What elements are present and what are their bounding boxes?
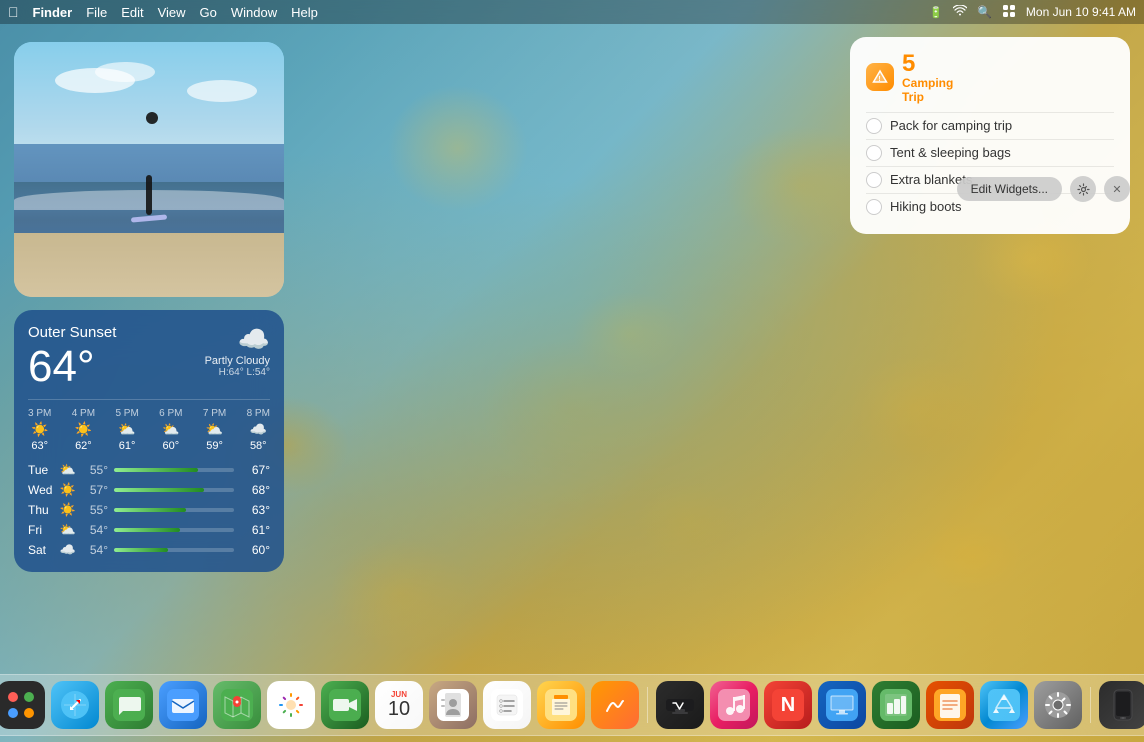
dock-item-iphone[interactable] [1099,681,1144,729]
daily-fri: Fri ⛅ 54° 61° [28,522,270,538]
dock-item-launchpad[interactable] [0,681,45,729]
menubar:  Finder File Edit View Go Window Help 🔋 [0,0,1144,24]
hourly-item-5: 8 PM ☁️ 58° [247,408,270,452]
menubar-edit[interactable]: Edit [121,5,143,20]
photo-widget-image [14,42,284,297]
widget-settings-button[interactable] [1070,176,1096,202]
daily-wed: Wed ☀️ 57° 68° [28,482,270,498]
svg-text:N: N [781,694,795,716]
dock-item-freeform[interactable] [591,681,639,729]
reminders-app-icon: ! [866,63,894,91]
menubar-left:  Finder File Edit View Go Window Help [8,4,318,20]
dock-item-music[interactable] [710,681,758,729]
menubar-right: 🔋 🔍 Mon Jun 1 [929,4,1136,21]
dock-item-calendar[interactable]: JUN 10 [375,681,423,729]
reminders-list-name: Camping Trip [902,77,953,103]
menubar-finder[interactable]: Finder [33,5,73,20]
photo-widget [14,42,284,297]
weather-temp: 64° [28,345,116,389]
reminders-header: ! 5 Camping Trip [866,51,1114,104]
menubar-go[interactable]: Go [200,5,217,20]
reminder-text-3: Hiking boots [890,199,962,214]
desktop:  Finder File Edit View Go Window Help 🔋 [0,0,1144,742]
dock-item-contacts[interactable] [429,681,477,729]
dock-item-news[interactable]: N [764,681,812,729]
svg-text:!: ! [878,76,880,83]
dock: JUN 10 [0,674,1144,736]
reminders-widget: ! 5 Camping Trip Pack for camping trip T… [850,37,1130,234]
hourly-item-3: 6 PM ⛅ 60° [159,408,182,452]
weather-daily: Tue ⛅ 55° 67° Wed ☀️ 57° 68° Thu ☀️ 55° … [28,462,270,558]
reminder-text-1: Tent & sleeping bags [890,145,1011,160]
weather-location: Outer Sunset [28,324,116,341]
calendar-date: JUN 10 [388,691,410,719]
hourly-item-2: 5 PM ⛅ 61° [115,408,138,452]
apple-menu[interactable]:  [8,4,19,20]
hourly-item-4: 7 PM ⛅ 59° [203,408,226,452]
search-icon[interactable]: 🔍 [977,5,992,19]
widget-controls: Edit Widgets... ✕ [957,176,1130,202]
reminder-item-1: Tent & sleeping bags [866,139,1114,166]
dock-item-numbers[interactable] [872,681,920,729]
weather-widget: Outer Sunset 64° ☁️ Partly Cloudy H:64° … [14,310,284,572]
reminder-checkbox-0[interactable] [866,118,882,134]
dock-item-photos[interactable] [267,681,315,729]
reminder-text-0: Pack for camping trip [890,118,1012,133]
menubar-window[interactable]: Window [231,5,277,20]
weather-high: H:64° [219,367,244,378]
hourly-item-0: 3 PM ☀️ 63° [28,408,51,452]
dock-item-maps[interactable] [213,681,261,729]
dock-separator-1 [647,687,648,723]
reminders-count: 5 [902,51,953,77]
edit-widgets-button[interactable]: Edit Widgets... [957,177,1062,201]
dock-item-appstore[interactable] [980,681,1028,729]
hourly-item-1: 4 PM ☀️ 62° [72,408,95,452]
widget-close-button[interactable]: ✕ [1104,176,1130,202]
reminder-checkbox-1[interactable] [866,145,882,161]
weather-low: L:54° [247,367,270,378]
dock-item-facetime[interactable] [321,681,369,729]
daily-tue: Tue ⛅ 55° 67° [28,462,270,478]
dock-item-reminders[interactable] [483,681,531,729]
reminders-count-section: 5 Camping Trip [902,51,953,104]
reminder-item-0: Pack for camping trip [866,112,1114,139]
dock-item-notes[interactable] [537,681,585,729]
reminder-checkbox-3[interactable] [866,199,882,215]
dock-item-pages[interactable] [926,681,974,729]
wifi-icon [953,5,967,19]
dock-separator-2 [1090,687,1091,723]
menubar-view[interactable]: View [158,5,186,20]
dock-item-safari[interactable] [51,681,99,729]
weather-condition-icon: ☁️ [205,324,270,355]
reminder-checkbox-2[interactable] [866,172,882,188]
dock-item-systemprefs[interactable] [1034,681,1082,729]
dock-item-messages[interactable] [105,681,153,729]
dock-item-keynote[interactable] [818,681,866,729]
dock-item-appletv[interactable] [656,681,704,729]
weather-hourly: 3 PM ☀️ 63° 4 PM ☀️ 62° 5 PM ⛅ 61° 6 PM … [28,399,270,452]
weather-condition: Partly Cloudy [205,355,270,367]
reminders-list: Pack for camping trip Tent & sleeping ba… [866,112,1114,220]
menubar-file[interactable]: File [86,5,107,20]
menubar-datetime[interactable]: Mon Jun 10 9:41 AM [1026,5,1136,19]
dock-item-mail[interactable] [159,681,207,729]
menubar-help[interactable]: Help [291,5,318,20]
daily-sat: Sat ☁️ 54° 60° [28,542,270,558]
calendar-day: 10 [388,699,410,719]
daily-thu: Thu ☀️ 55° 63° [28,502,270,518]
control-center-icon[interactable] [1002,4,1016,21]
battery-icon: 🔋 [929,6,943,19]
